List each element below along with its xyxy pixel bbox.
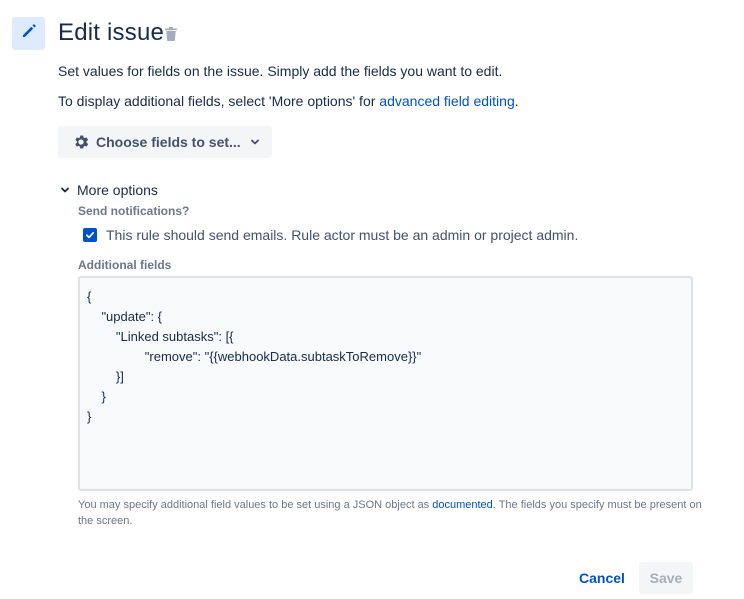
- more-options-label: More options: [77, 182, 158, 198]
- chevron-down-icon: [250, 137, 260, 147]
- gear-icon: [72, 133, 90, 151]
- chevron-down-icon: [60, 185, 70, 195]
- pencil-icon: [20, 22, 38, 45]
- page-title: Edit issue: [58, 19, 165, 46]
- description-text: Set values for fields on the issue. Simp…: [58, 63, 503, 79]
- cancel-button[interactable]: Cancel: [572, 562, 632, 594]
- description-advanced-suffix: .: [514, 93, 519, 109]
- advanced-field-editing-link[interactable]: advanced field editing: [379, 93, 514, 109]
- additional-fields-label: Additional fields: [78, 258, 172, 272]
- description-advanced-prefix: To display additional fields, select 'Mo…: [58, 93, 380, 109]
- send-emails-checkbox[interactable]: [83, 228, 97, 242]
- additional-fields-editor[interactable]: { "update": { "Linked subtasks": [{ "rem…: [78, 276, 693, 491]
- send-emails-option: This rule should send emails. Rule actor…: [83, 227, 578, 243]
- description-advanced: To display additional fields, select 'Mo…: [58, 93, 519, 109]
- send-notifications-label: Send notifications?: [78, 204, 190, 218]
- documented-link[interactable]: documented: [432, 499, 493, 511]
- save-button[interactable]: Save: [639, 562, 693, 594]
- pencil-icon-tile: [12, 17, 45, 50]
- send-emails-label: This rule should send emails. Rule actor…: [106, 227, 579, 243]
- choose-fields-button[interactable]: Choose fields to set...: [58, 126, 272, 158]
- hint-prefix: You may specify additional field values …: [78, 499, 433, 511]
- choose-fields-label: Choose fields to set...: [96, 134, 241, 150]
- additional-fields-hint: You may specify additional field values …: [78, 497, 708, 529]
- more-options-toggle[interactable]: More options: [60, 182, 158, 198]
- trash-icon[interactable]: [165, 27, 177, 46]
